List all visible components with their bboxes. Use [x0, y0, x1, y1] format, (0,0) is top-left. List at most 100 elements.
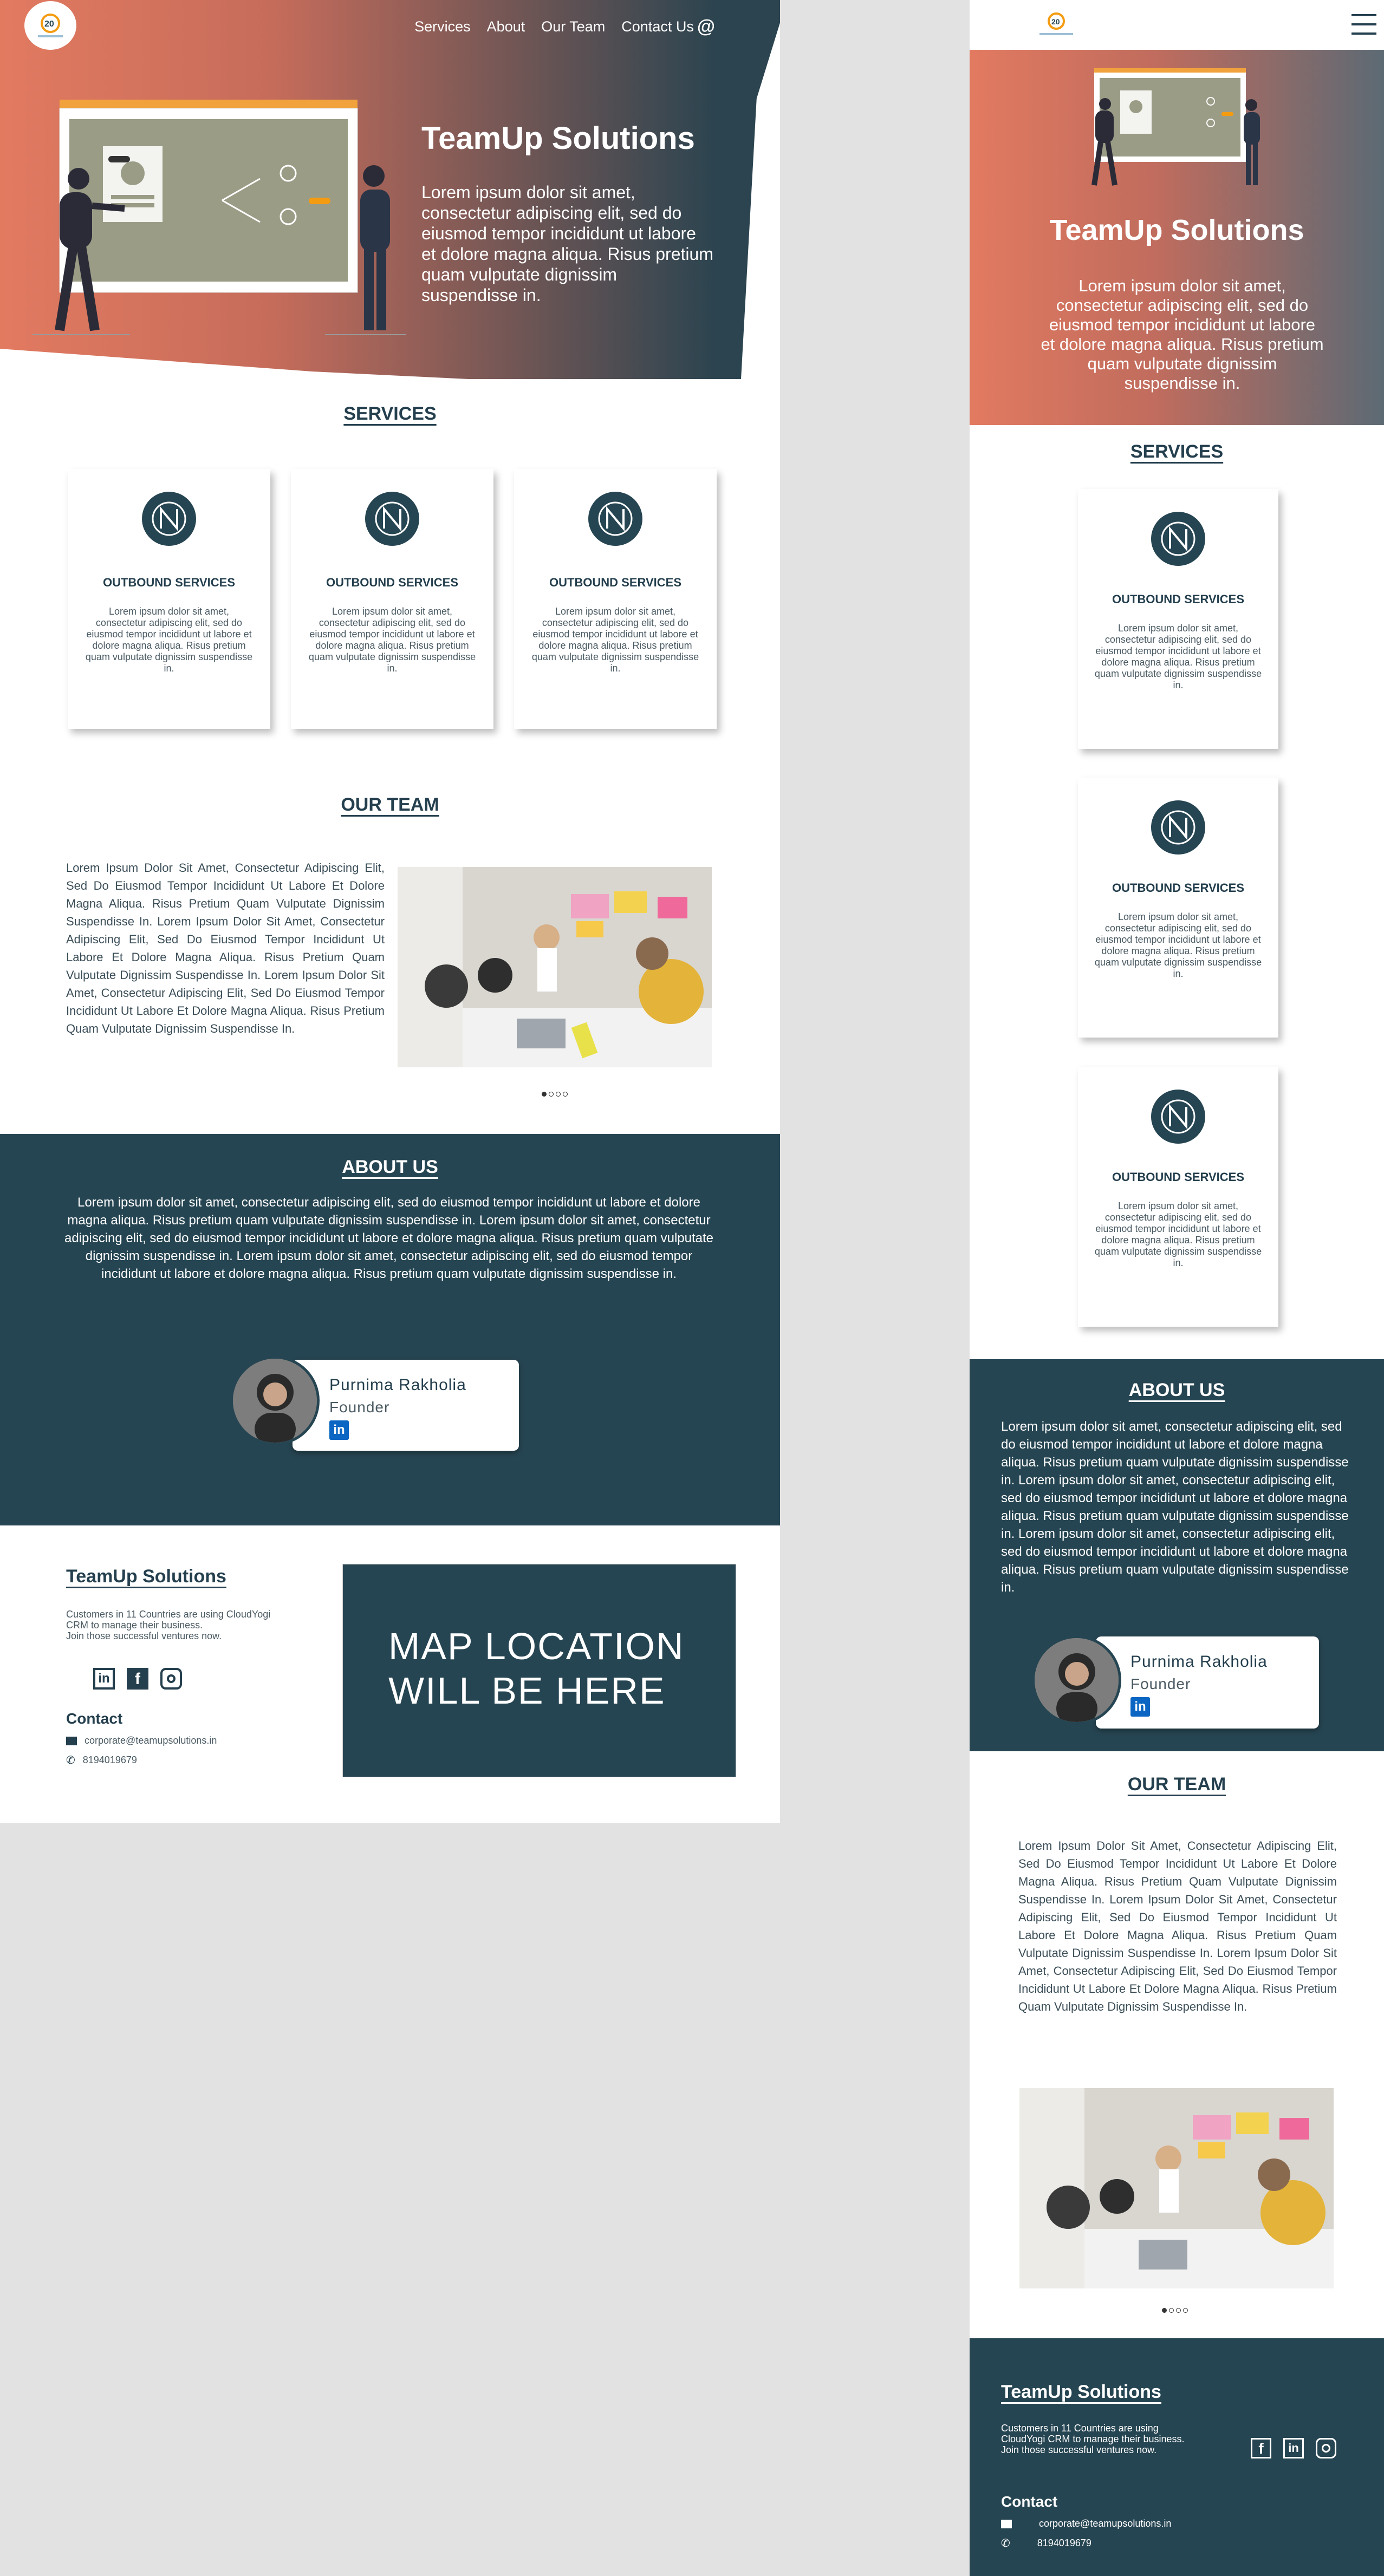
- carousel-dot[interactable]: [1183, 2308, 1188, 2313]
- hero-illustration: [33, 100, 406, 335]
- service-card-2[interactable]: OUTBOUND SERVICES Lorem ipsum dolor sit …: [291, 469, 493, 729]
- network-icon: [365, 492, 419, 546]
- logo-icon: 20: [38, 14, 63, 37]
- carousel-dot[interactable]: [1169, 2308, 1174, 2313]
- email-text: corporate@teamupsolutions.in: [85, 1735, 217, 1746]
- linkedin-icon[interactable]: in: [329, 1420, 349, 1440]
- nav-contact-label: Contact Us: [621, 18, 694, 35]
- footer-title: TeamUp Solutions: [1001, 2382, 1161, 2402]
- avatar: [1032, 1635, 1121, 1725]
- team-photo: [1019, 2088, 1334, 2288]
- services-title: SERVICES: [1130, 441, 1224, 462]
- map-placeholder[interactable]: MAP LOCATION WILL BE HERE: [342, 1564, 736, 1777]
- svg-text:20: 20: [1051, 17, 1060, 26]
- mail-icon: [66, 1736, 77, 1745]
- logo-icon: 20: [1039, 12, 1073, 35]
- footer-title: TeamUp Solutions: [66, 1566, 226, 1587]
- service-card-title: OUTBOUND SERVICES: [326, 576, 459, 589]
- footer-desc: Customers in 11 Countries are using Clou…: [66, 1609, 271, 1641]
- network-icon: [142, 492, 196, 546]
- member-name: Purnima Rakholia: [329, 1376, 466, 1394]
- service-card-3[interactable]: OUTBOUND SERVICES Lorem ipsum dolor sit …: [514, 469, 717, 729]
- linkedin-icon[interactable]: in: [1283, 2438, 1304, 2458]
- about-title: ABOUT US: [1128, 1380, 1225, 1400]
- carousel-dot[interactable]: [549, 1092, 554, 1097]
- social-links: f in: [1251, 2438, 1336, 2458]
- service-card-text: Lorem ipsum dolor sit amet, consectetur …: [85, 606, 253, 674]
- hero-text: Lorem ipsum dolor sit amet, consectetur …: [421, 182, 713, 305]
- mobile-footer: TeamUp Solutions Customers in 11 Countri…: [970, 2338, 1384, 2576]
- contact-email[interactable]: corporate@teamupsolutions.in: [66, 1735, 217, 1746]
- service-card-title: OUTBOUND SERVICES: [549, 576, 682, 589]
- contact-title: Contact: [1001, 2493, 1058, 2510]
- about-text: Lorem ipsum dolor sit amet, consectetur …: [64, 1195, 714, 1281]
- about-title: ABOUT US: [342, 1157, 438, 1177]
- contact-email[interactable]: corporate@teamupsolutions.in: [1001, 2518, 1171, 2529]
- service-card-text: Lorem ipsum dolor sit amet, consectetur …: [308, 606, 476, 674]
- carousel-dot[interactable]: [542, 1092, 547, 1097]
- contact-phone[interactable]: ✆ 8194019679: [1001, 2536, 1091, 2550]
- avatar-photo: [233, 1359, 317, 1443]
- service-card-1[interactable]: OUTBOUND SERVICES Lorem ipsum dolor sit …: [1078, 489, 1278, 749]
- service-card-title: OUTBOUND SERVICES: [1112, 1170, 1245, 1184]
- team-text: Lorem Ipsum Dolor Sit Amet, Consectetur …: [66, 861, 385, 1035]
- nav-contact[interactable]: Contact Us @: [621, 16, 715, 37]
- about-section: ABOUT US Lorem ipsum dolor sit amet, con…: [0, 1134, 780, 1525]
- hero-text: Lorem ipsum dolor sit amet, consectetur …: [1041, 276, 1324, 393]
- phone-icon: ✆: [1001, 2538, 1010, 2549]
- map-text: MAP LOCATION WILL BE HERE: [388, 1625, 685, 1712]
- hamburger-icon[interactable]: [1351, 14, 1376, 35]
- linkedin-icon[interactable]: in: [1130, 1697, 1150, 1717]
- service-card-title: OUTBOUND SERVICES: [1112, 592, 1245, 606]
- contact-phone[interactable]: ✆ 8194019679: [66, 1753, 137, 1767]
- carousel-dot[interactable]: [1176, 2308, 1181, 2313]
- phone-text: 8194019679: [82, 1755, 137, 1765]
- phone-text: 8194019679: [1037, 2538, 1091, 2548]
- nav-team[interactable]: Our Team: [541, 16, 605, 37]
- service-card-text: Lorem ipsum dolor sit amet, consectetur …: [1094, 1201, 1262, 1268]
- service-card-title: OUTBOUND SERVICES: [1112, 881, 1245, 895]
- avatar-photo: [1035, 1638, 1119, 1722]
- network-icon: [1151, 800, 1205, 855]
- linkedin-icon[interactable]: in: [93, 1668, 115, 1690]
- carousel-dot[interactable]: [563, 1092, 568, 1097]
- about-section: ABOUT US Lorem ipsum dolor sit amet, con…: [970, 1359, 1384, 1751]
- contact-title: Contact: [66, 1710, 123, 1727]
- services-title: SERVICES: [343, 403, 437, 424]
- team-carousel-dots: [1162, 2308, 1188, 2313]
- logo[interactable]: 20: [24, 1, 76, 50]
- team-photo: [398, 867, 712, 1067]
- nav-about[interactable]: About: [487, 16, 525, 37]
- service-card-title: OUTBOUND SERVICES: [102, 576, 236, 589]
- social-links: in f: [93, 1668, 182, 1690]
- facebook-icon[interactable]: f: [127, 1668, 148, 1690]
- carousel-dot[interactable]: [1162, 2308, 1167, 2313]
- carousel-dot[interactable]: [556, 1092, 561, 1097]
- member-role: Founder: [329, 1399, 390, 1416]
- member-card: Purnima Rakholia Founder in: [293, 1360, 519, 1451]
- hero-title: TeamUp Solutions: [421, 121, 695, 156]
- svg-text:20: 20: [44, 19, 54, 29]
- member-role: Founder: [1130, 1675, 1191, 1692]
- member-card: Purnima Rakholia Founder in: [1096, 1636, 1319, 1729]
- logo[interactable]: 20: [1030, 5, 1082, 43]
- team-text: Lorem Ipsum Dolor Sit Amet, Consectetur …: [1018, 1839, 1337, 2013]
- at-icon: @: [697, 16, 715, 37]
- instagram-icon[interactable]: [160, 1668, 182, 1690]
- mobile-hero: TeamUp Solutions Lorem ipsum dolor sit a…: [970, 50, 1384, 425]
- service-card-1[interactable]: OUTBOUND SERVICES Lorem ipsum dolor sit …: [68, 469, 270, 729]
- avatar: [230, 1356, 320, 1445]
- facebook-icon[interactable]: f: [1251, 2438, 1271, 2458]
- service-card-2[interactable]: OUTBOUND SERVICES Lorem ipsum dolor sit …: [1078, 778, 1278, 1038]
- network-icon: [588, 492, 642, 546]
- service-card-3[interactable]: OUTBOUND SERVICES Lorem ipsum dolor sit …: [1078, 1067, 1278, 1327]
- top-nav: Services About Our Team Contact Us @: [414, 16, 715, 37]
- team-title: OUR TEAM: [1127, 1774, 1226, 1795]
- service-card-text: Lorem ipsum dolor sit amet, consectetur …: [1094, 911, 1262, 979]
- phone-icon: ✆: [66, 1755, 75, 1766]
- email-text: corporate@teamupsolutions.in: [1039, 2518, 1172, 2529]
- footer-desc: Customers in 11 Countries are using Clou…: [1001, 2423, 1185, 2455]
- hero-illustration: [1091, 68, 1260, 186]
- nav-services[interactable]: Services: [414, 16, 471, 37]
- instagram-icon[interactable]: [1316, 2438, 1336, 2458]
